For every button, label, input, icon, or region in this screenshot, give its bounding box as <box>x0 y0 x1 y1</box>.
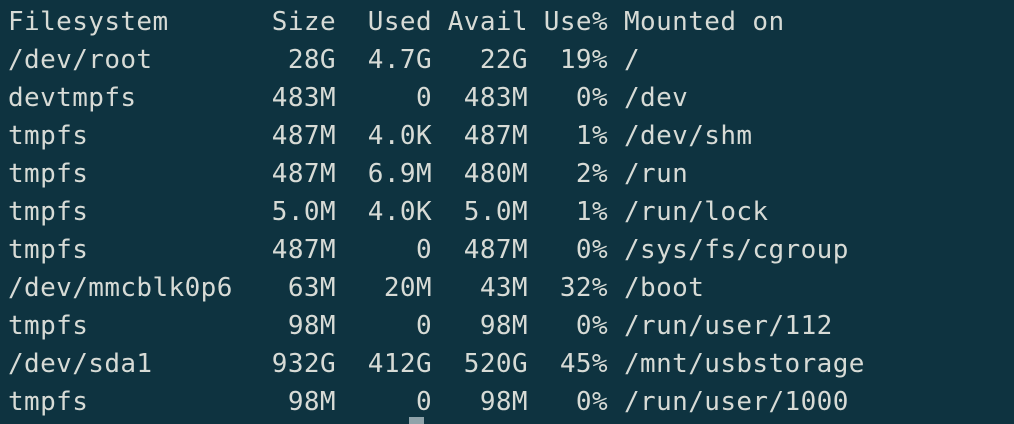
cell-filesystem: /dev/sda1 <box>8 349 153 379</box>
cell-avail: 487M <box>463 235 528 265</box>
cell-use-percent: 0% <box>575 387 608 417</box>
header-size: Size <box>271 7 336 37</box>
cell-used: 20M <box>383 273 432 303</box>
header-avail: Avail <box>447 7 528 37</box>
cell-used: 0 <box>415 311 432 341</box>
df-row: tmpfs 487M 4.0K 487M 1% /dev/shm <box>8 117 1014 155</box>
cell-avail: 22G <box>479 45 528 75</box>
cell-mounted-on: /boot <box>624 273 705 303</box>
cell-avail: 480M <box>463 159 528 189</box>
cell-used: 0 <box>415 83 432 113</box>
cell-size: 483M <box>271 83 336 113</box>
cell-size: 487M <box>271 235 336 265</box>
cell-filesystem: tmpfs <box>8 197 89 227</box>
cell-mounted-on: /dev <box>624 83 689 113</box>
cell-filesystem: /dev/mmcblk0p6 <box>8 273 233 303</box>
df-row: /dev/root 28G 4.7G 22G 19% / <box>8 41 1014 79</box>
cell-size: 63M <box>287 273 336 303</box>
cell-use-percent: 0% <box>575 83 608 113</box>
header-use-percent: Use% <box>543 7 608 37</box>
cell-used: 4.7G <box>367 45 432 75</box>
cell-mounted-on: /run/user/1000 <box>624 387 849 417</box>
cell-use-percent: 1% <box>575 121 608 151</box>
cell-filesystem: devtmpfs <box>8 83 137 113</box>
cell-mounted-on: / <box>624 45 641 75</box>
cell-size: 932G <box>271 349 336 379</box>
cell-size: 487M <box>271 121 336 151</box>
cell-filesystem: /dev/root <box>8 45 153 75</box>
cell-filesystem: tmpfs <box>8 311 89 341</box>
cell-filesystem: tmpfs <box>8 159 89 189</box>
cell-avail: 487M <box>463 121 528 151</box>
df-row: tmpfs 98M 0 98M 0% /run/user/1000 <box>8 383 1014 421</box>
cell-avail: 5.0M <box>463 197 528 227</box>
cell-use-percent: 0% <box>575 235 608 265</box>
cell-use-percent: 2% <box>575 159 608 189</box>
df-row: tmpfs 487M 6.9M 480M 2% /run <box>8 155 1014 193</box>
cell-used: 0 <box>415 387 432 417</box>
cell-use-percent: 45% <box>559 349 608 379</box>
cell-mounted-on: /dev/shm <box>624 121 753 151</box>
cell-used: 412G <box>367 349 432 379</box>
cell-avail: 98M <box>479 387 528 417</box>
cell-size: 98M <box>287 311 336 341</box>
df-row: tmpfs 487M 0 487M 0% /sys/fs/cgroup <box>8 231 1014 269</box>
cell-use-percent: 19% <box>559 45 608 75</box>
header-mounted-on: Mounted on <box>624 7 785 37</box>
df-header-row: Filesystem Size Used Avail Use% Mounted … <box>8 3 1014 41</box>
cell-avail: 520G <box>463 349 528 379</box>
cell-avail: 43M <box>479 273 528 303</box>
cell-filesystem: tmpfs <box>8 235 89 265</box>
cell-mounted-on: /run/lock <box>624 197 769 227</box>
cell-avail: 483M <box>463 83 528 113</box>
terminal-output: Filesystem Size Used Avail Use% Mounted … <box>0 0 1014 424</box>
cell-used: 4.0K <box>367 121 432 151</box>
header-filesystem: Filesystem <box>8 7 169 37</box>
df-row: devtmpfs 483M 0 483M 0% /dev <box>8 79 1014 117</box>
cell-used: 4.0K <box>367 197 432 227</box>
cell-size: 487M <box>271 159 336 189</box>
cell-filesystem: tmpfs <box>8 121 89 151</box>
cell-used: 0 <box>415 235 432 265</box>
cell-mounted-on: /run <box>624 159 689 189</box>
header-used: Used <box>367 7 432 37</box>
df-row: tmpfs 98M 0 98M 0% /run/user/112 <box>8 307 1014 345</box>
cell-size: 28G <box>287 45 336 75</box>
cell-use-percent: 0% <box>575 311 608 341</box>
cell-avail: 98M <box>479 311 528 341</box>
df-row: /dev/sda1 932G 412G 520G 45% /mnt/usbsto… <box>8 345 1014 383</box>
df-row: tmpfs 5.0M 4.0K 5.0M 1% /run/lock <box>8 193 1014 231</box>
cell-size: 5.0M <box>271 197 336 227</box>
cell-use-percent: 32% <box>559 273 608 303</box>
cell-mounted-on: /mnt/usbstorage <box>624 349 865 379</box>
cell-used: 6.9M <box>367 159 432 189</box>
cell-size: 98M <box>287 387 336 417</box>
df-row: /dev/mmcblk0p6 63M 20M 43M 32% /boot <box>8 269 1014 307</box>
terminal-cursor <box>409 417 424 424</box>
cell-mounted-on: /run/user/112 <box>624 311 833 341</box>
cell-mounted-on: /sys/fs/cgroup <box>624 235 849 265</box>
cell-use-percent: 1% <box>575 197 608 227</box>
cell-filesystem: tmpfs <box>8 387 89 417</box>
